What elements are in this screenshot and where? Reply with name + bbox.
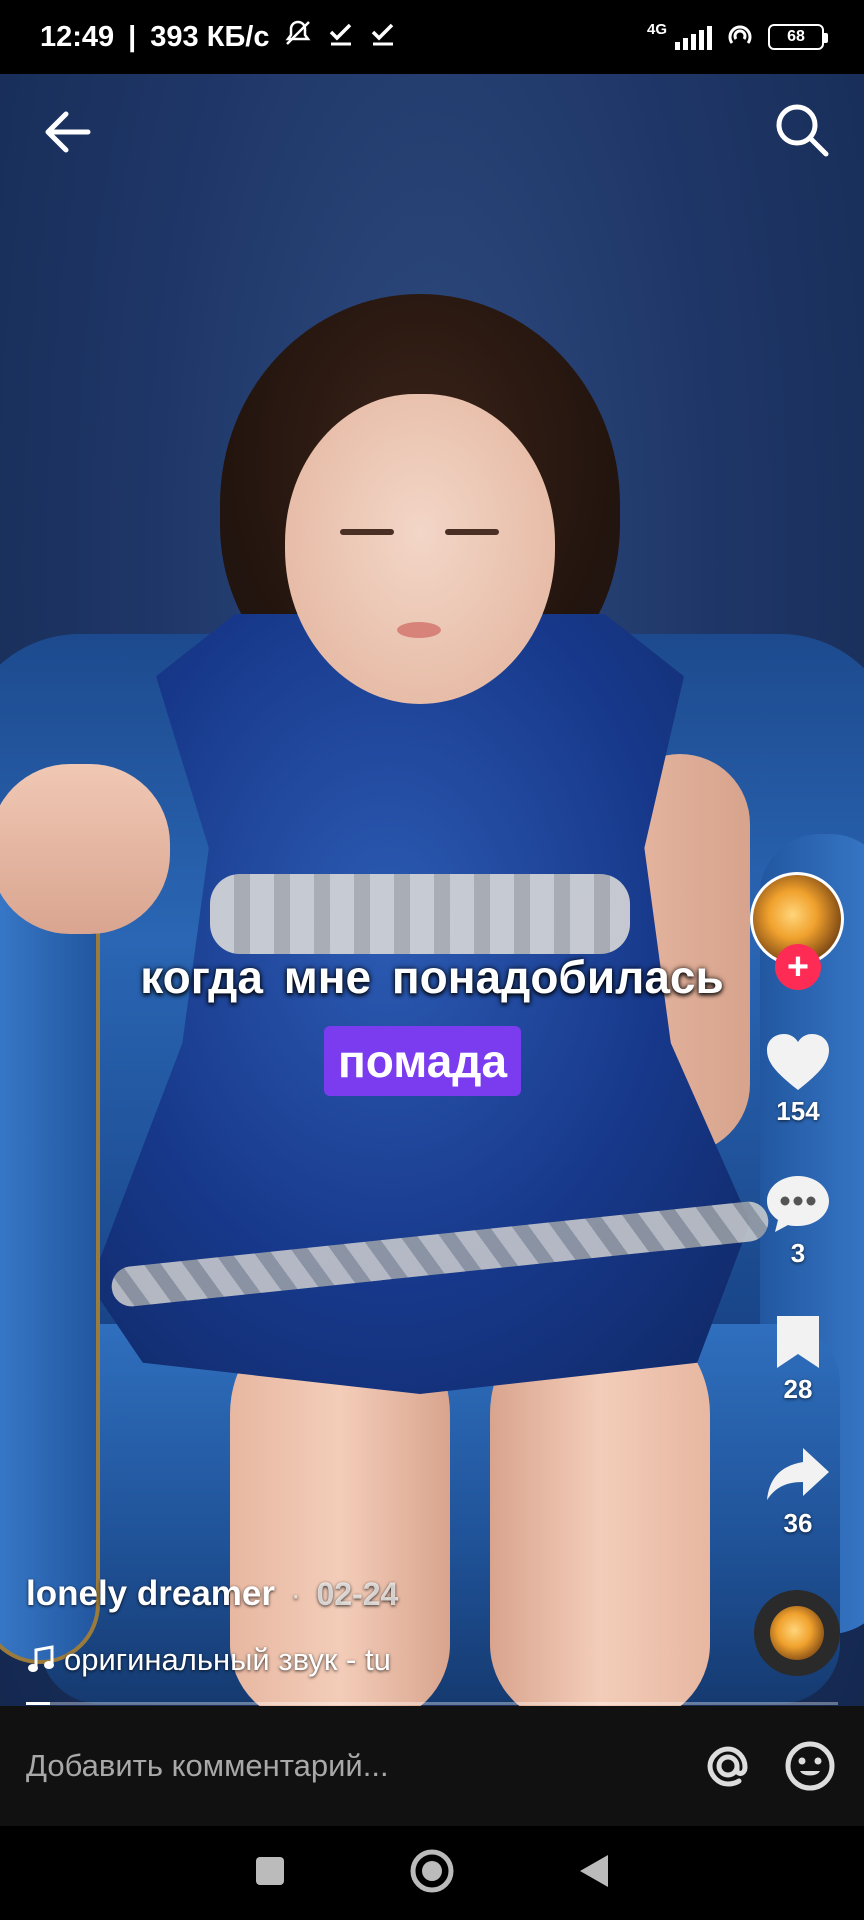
check-icon [369, 19, 397, 55]
post-date: 02-24 [316, 1576, 399, 1612]
home-circle-icon[interactable] [408, 1847, 456, 1900]
check-icon [327, 19, 355, 55]
comment-input[interactable]: Добавить комментарий... [26, 1748, 674, 1784]
signal-icon [675, 24, 712, 50]
arrow-left-icon [45, 111, 91, 153]
eye-left [340, 529, 394, 535]
search-button[interactable] [772, 100, 832, 160]
like-button[interactable]: 154 [748, 1032, 848, 1127]
hotspot-icon [724, 21, 756, 54]
music-disc-cover [770, 1606, 824, 1660]
emoji-icon[interactable] [782, 1738, 838, 1794]
back-button[interactable] [40, 104, 96, 160]
music-disc-icon[interactable] [754, 1590, 840, 1676]
separator: · [290, 1579, 301, 1612]
battery-level: 68 [787, 28, 805, 45]
comment-bar: Добавить комментарий... [0, 1706, 864, 1826]
comment-count: 3 [790, 1238, 806, 1268]
back-triangle-icon[interactable] [576, 1851, 612, 1896]
status-time: 12:49 [40, 20, 115, 53]
sound-title: оригинальный звук - tu [64, 1642, 391, 1677]
follow-button[interactable]: + [775, 944, 821, 990]
status-right: 4G 68 [646, 20, 828, 54]
network-speed: 393 КБ/с [150, 20, 270, 53]
comment-button[interactable]: 3 [748, 1174, 848, 1269]
video-caption-highlight: помада [324, 1026, 522, 1096]
bell-off-icon [283, 18, 313, 56]
at-icon[interactable] [700, 1738, 756, 1794]
bookmark-button[interactable]: 28 [748, 1312, 848, 1405]
video-player[interactable] [0, 74, 864, 1706]
bookmark-count: 28 [783, 1374, 813, 1404]
dress-belt [210, 874, 630, 954]
share-button[interactable]: 36 [748, 1444, 848, 1539]
status-left: 12:49 | 393 КБ/с [40, 18, 397, 56]
comment-icon [767, 1176, 829, 1232]
share-icon [767, 1448, 829, 1500]
battery-icon: 68 [768, 24, 828, 50]
face [285, 394, 555, 704]
eye-right [445, 529, 499, 535]
video-progress-bar[interactable] [26, 1702, 838, 1705]
like-count: 154 [776, 1096, 820, 1126]
arm-left [0, 764, 170, 934]
author-name[interactable]: lonely dreamer [26, 1574, 275, 1613]
follow-plus: + [786, 946, 810, 988]
sound-link[interactable]: оригинальный звук - tu [26, 1638, 426, 1682]
music-note-icon [28, 1645, 54, 1672]
search-icon [776, 104, 829, 157]
network-type: 4G [646, 20, 667, 38]
heart-icon [767, 1034, 829, 1090]
mouth [397, 622, 441, 638]
recents-square-icon[interactable] [252, 1853, 288, 1894]
post-info: lonely dreamer · 02-24 [26, 1574, 398, 1614]
system-nav-bar [0, 1826, 864, 1920]
share-count: 36 [783, 1508, 813, 1538]
video-progress-fill [26, 1702, 51, 1705]
status-bar: 12:49 | 393 КБ/с 4G 68 [0, 0, 864, 74]
bookmark-icon [777, 1316, 819, 1368]
video-caption: когда мне понадобилась [140, 951, 724, 1003]
